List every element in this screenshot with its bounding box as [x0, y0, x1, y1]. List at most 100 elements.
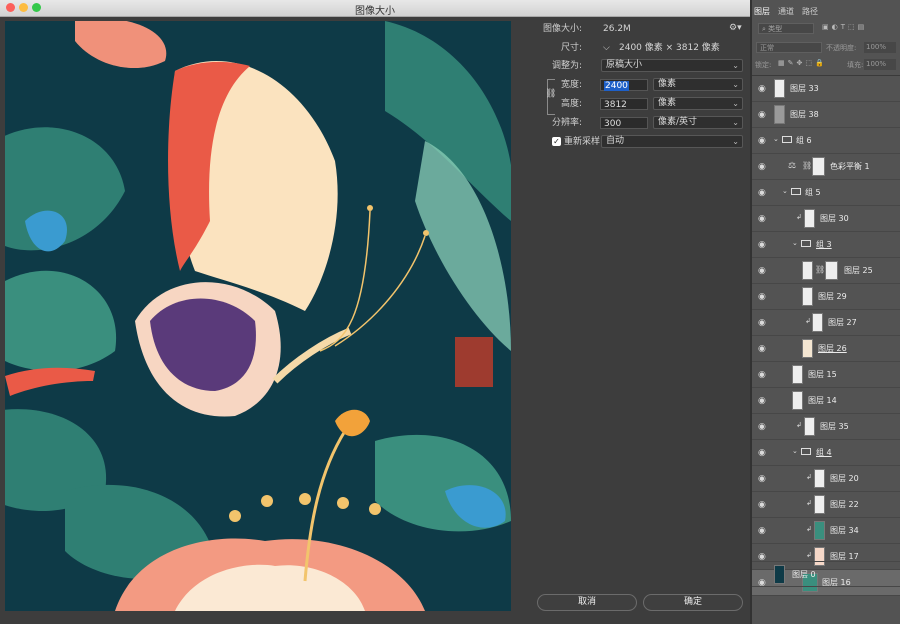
background-layer-row[interactable]: 图层 0 [752, 561, 900, 587]
eye-icon[interactable]: ◉ [758, 136, 766, 146]
layer-row[interactable]: ◉ 图层 14 [752, 388, 900, 414]
fill-value[interactable]: 100% [864, 59, 896, 70]
layer-thumbnail [814, 495, 825, 514]
layer-row[interactable]: ◉ 图层 29 [752, 284, 900, 310]
layer-group-row[interactable]: ◉ ⌄ 组 5 [752, 180, 900, 206]
eye-icon[interactable]: ◉ [758, 292, 766, 302]
eye-icon[interactable]: ◉ [758, 266, 766, 276]
ok-button[interactable]: 确定 [643, 594, 743, 611]
resample-value: 自动 [606, 136, 625, 146]
eye-icon[interactable]: ◉ [758, 110, 766, 120]
eye-icon[interactable]: ◉ [758, 240, 766, 250]
layer-thumbnail [802, 339, 813, 358]
width-unit-select[interactable]: 像素 ⌄ [653, 78, 743, 91]
eye-icon[interactable]: ◉ [758, 500, 766, 510]
height-unit-value: 像素 [658, 98, 677, 108]
lock-icons[interactable]: ▦✎✥⬚🔒 [778, 59, 827, 67]
height-field[interactable]: 3812 [600, 98, 648, 110]
layer-row[interactable]: ◉ ↲ 图层 27 [752, 310, 900, 336]
image-preview[interactable] [5, 21, 511, 611]
panel-tabs: 图层 通道 路径 [752, 6, 900, 18]
eye-icon[interactable]: ◉ [758, 448, 766, 458]
image-size-dialog: 图像大小 图像大小: 26.2M ⚙▾ 尺寸: ⌵ 2400 像素 × 3812… [0, 0, 750, 624]
chevron-down-icon: ⌄ [732, 137, 739, 146]
clip-arrow-icon: ↲ [796, 213, 802, 221]
clip-arrow-icon: ↲ [806, 473, 812, 481]
layer-name: 色彩平衡 1 [830, 162, 870, 171]
layer-row[interactable]: ◉ ⛓ 图层 25 [752, 258, 900, 284]
fit-to-select[interactable]: 原稿大小 ⌄ [601, 59, 743, 72]
folder-icon [791, 188, 801, 195]
layer-name: 图层 25 [844, 266, 873, 275]
layer-row[interactable]: ◉ ↲ 图层 30 [752, 206, 900, 232]
adjustment-layer-row[interactable]: ◉ ⚖ ⛓ 色彩平衡 1 [752, 154, 900, 180]
layer-row[interactable]: ◉ 图层 15 [752, 362, 900, 388]
clip-arrow-icon: ↲ [806, 551, 812, 559]
layer-thumbnail [774, 105, 785, 124]
eye-icon[interactable]: ◉ [758, 188, 766, 198]
resample-checkbox[interactable]: ✓ [552, 137, 561, 146]
layer-row[interactable]: ◉ ↲ 图层 35 [752, 414, 900, 440]
chevron-down-icon: ⌄ [732, 61, 739, 70]
layer-thumbnail [814, 521, 825, 540]
chevron-down-icon[interactable]: ⌄ [773, 135, 779, 143]
balance-icon: ⚖ [788, 161, 797, 171]
clip-arrow-icon: ↲ [805, 317, 811, 325]
layer-row[interactable]: ◉ 图层 26 [752, 336, 900, 362]
gear-icon[interactable]: ⚙▾ [729, 23, 742, 33]
filter-kind-value: 类型 [768, 25, 783, 33]
layer-mask-thumbnail [812, 157, 825, 176]
search-icon: ⌕ [762, 25, 766, 33]
blend-mode-select[interactable]: 正常 [756, 42, 822, 53]
height-value: 3812 [604, 100, 627, 110]
link-icon: ⛓ [815, 265, 826, 274]
eye-icon[interactable]: ◉ [758, 162, 766, 172]
layer-row[interactable]: ◉ 图层 38 [752, 102, 900, 128]
eye-icon[interactable]: ◉ [758, 474, 766, 484]
layer-name: 组 5 [805, 188, 821, 197]
layer-name: 组 4 [816, 448, 832, 457]
folder-icon [801, 448, 811, 455]
height-unit-select[interactable]: 像素 ⌄ [653, 97, 743, 110]
filter-kind-select[interactable]: ⌕ 类型 [758, 23, 814, 34]
width-label: 宽度: [560, 80, 582, 90]
eye-icon[interactable]: ◉ [758, 318, 766, 328]
chevron-down-icon[interactable]: ⌄ [792, 447, 798, 455]
eye-icon[interactable]: ◉ [758, 526, 766, 536]
opacity-label: 不透明度: [826, 44, 857, 52]
resolution-field[interactable]: 300 [600, 117, 648, 129]
resolution-unit-select[interactable]: 像素/英寸 ⌄ [653, 116, 743, 129]
layer-name: 图层 34 [830, 526, 859, 535]
tab-channels[interactable]: 通道 [778, 6, 794, 18]
eye-icon[interactable]: ◉ [758, 214, 766, 224]
layer-group-row[interactable]: ◉ ⌄ 组 6 [752, 128, 900, 154]
eye-icon[interactable]: ◉ [758, 422, 766, 432]
eye-icon[interactable]: ◉ [758, 370, 766, 380]
chevron-down-icon[interactable]: ⌄ [792, 239, 798, 247]
chevron-down-icon[interactable]: ⌄ [782, 187, 788, 195]
width-field[interactable]: 2400 [600, 79, 648, 91]
layer-group-row[interactable]: ◉ ⌄ 组 4 [752, 440, 900, 466]
layer-thumbnail [802, 261, 813, 280]
eye-icon[interactable]: ◉ [758, 84, 766, 94]
filter-icons[interactable]: ▣◐T⬚▤ [822, 23, 867, 31]
layer-row[interactable]: ◉ ↲ 图层 34 [752, 518, 900, 544]
eye-icon[interactable]: ◉ [758, 396, 766, 406]
layer-name: 图层 20 [830, 474, 859, 483]
layer-name: 图层 29 [818, 292, 847, 301]
layer-row[interactable]: ◉ ↲ 图层 20 [752, 466, 900, 492]
layer-row[interactable]: ◉ 图层 33 [752, 76, 900, 102]
eye-icon[interactable]: ◉ [758, 344, 766, 354]
dimensions-value: 2400 像素 × 3812 像素 [619, 43, 720, 53]
layer-row[interactable]: ◉ ↲ 图层 22 [752, 492, 900, 518]
tab-paths[interactable]: 路径 [802, 6, 818, 18]
resample-select[interactable]: 自动 ⌄ [601, 135, 743, 148]
title-bar: 图像大小 [0, 0, 750, 17]
layer-thumbnail [812, 313, 823, 332]
opacity-value[interactable]: 100% [864, 42, 896, 53]
dimensions-chevron-icon[interactable]: ⌵ [603, 42, 610, 55]
tab-layers[interactable]: 图层 [754, 6, 770, 18]
cancel-button[interactable]: 取消 [537, 594, 637, 611]
width-unit-value: 像素 [658, 79, 677, 89]
layer-group-row[interactable]: ◉ ⌄ 组 3 [752, 232, 900, 258]
